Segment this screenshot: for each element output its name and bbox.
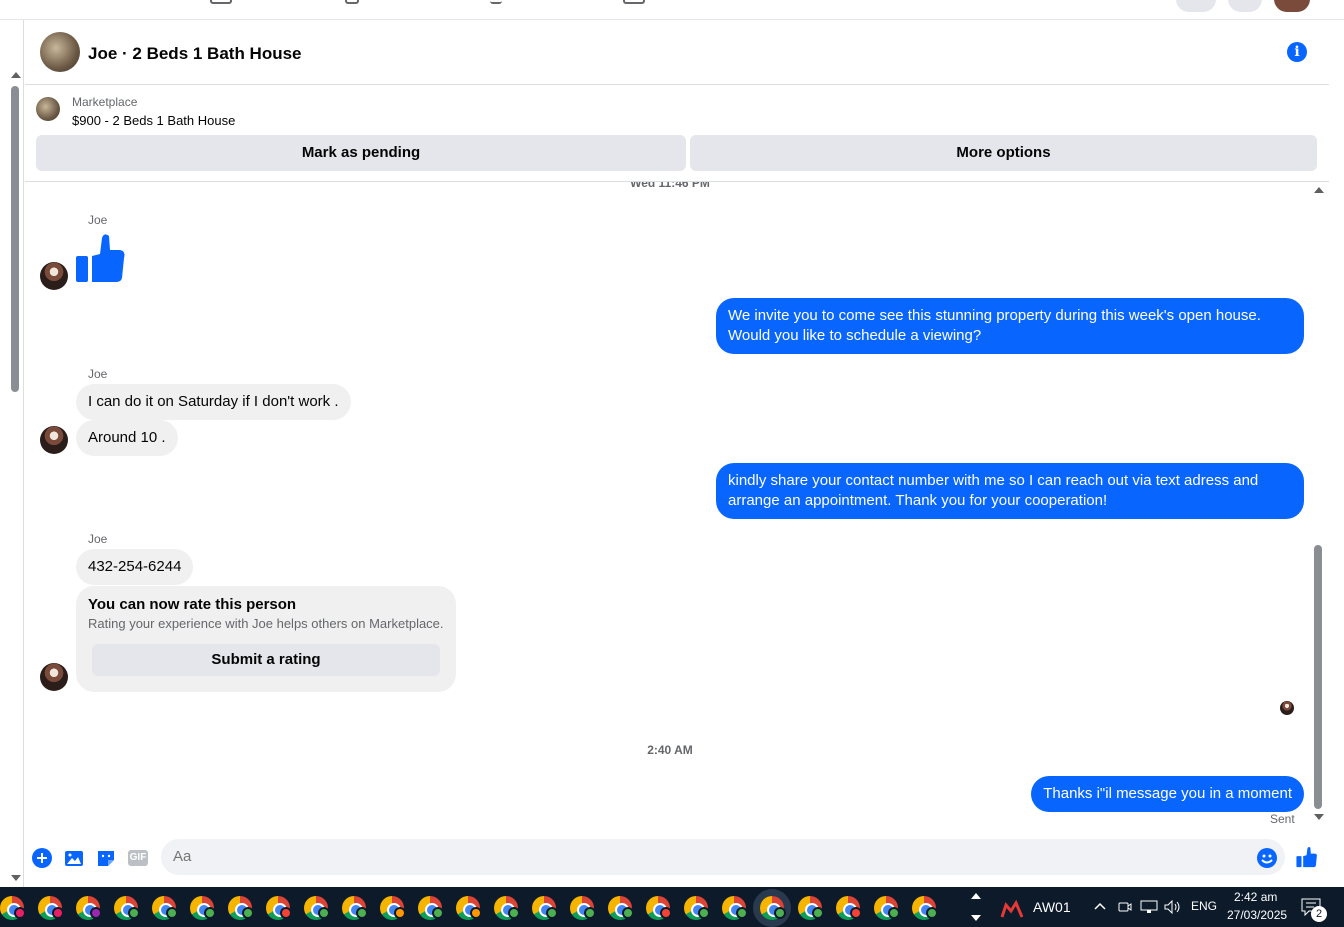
- mark-as-pending-button[interactable]: Mark as pending: [36, 135, 686, 171]
- rate-card-title: You can now rate this person: [88, 596, 297, 613]
- chrome-profile-badge: [394, 907, 406, 919]
- windows-taskbar: AW01 ENG 2:42 am 27/03/2025 2: [0, 887, 1344, 927]
- page-scrollbar-thumb[interactable]: [11, 86, 19, 392]
- app-chart-icon[interactable]: [1000, 897, 1024, 919]
- chrome-profile-badge: [204, 907, 216, 919]
- chrome-profile-badge: [14, 907, 26, 919]
- contact-avatar[interactable]: [40, 663, 68, 691]
- profile-avatar-button[interactable]: [1274, 0, 1310, 12]
- thread-scrollbar-thumb[interactable]: [1314, 545, 1322, 809]
- top-navigation-bar: [0, 0, 1344, 20]
- gif-icon[interactable]: GIF: [128, 850, 148, 866]
- chrome-profile-badge: [356, 907, 368, 919]
- chat-header: Joe · 2 Beds 1 Bath House i: [25, 20, 1329, 85]
- chrome-profile-badge: [926, 907, 938, 919]
- meet-camera-icon[interactable]: [1118, 900, 1132, 914]
- chrome-profile-badge: [584, 907, 596, 919]
- chrome-profile-badge: [698, 907, 710, 919]
- chrome-profile-badge: [546, 907, 558, 919]
- marketplace-nav-icon[interactable]: [210, 0, 232, 4]
- message-composer: GIF: [25, 836, 1329, 880]
- chat-title[interactable]: Joe · 2 Beds 1 Bath House: [88, 44, 302, 64]
- page-scrollbar[interactable]: [0, 20, 24, 887]
- sender-name: Joe: [88, 213, 108, 227]
- chrome-profile-badge: [432, 907, 444, 919]
- chrome-profile-badge: [128, 907, 140, 919]
- notification-count-badge: 2: [1311, 906, 1327, 922]
- message-bubble-outgoing[interactable]: We invite you to come see this stunning …: [716, 298, 1304, 354]
- rate-card-subtitle: Rating your experience with Joe helps ot…: [88, 616, 444, 631]
- gaming-nav-icon[interactable]: [623, 0, 645, 4]
- network-icon[interactable]: [1140, 900, 1158, 914]
- send-like-icon[interactable]: [1296, 846, 1318, 868]
- groups-nav-icon[interactable]: [490, 0, 502, 4]
- more-options-button[interactable]: More options: [690, 135, 1317, 171]
- photo-icon[interactable]: [64, 848, 84, 868]
- timestamp: 2:40 AM: [647, 743, 693, 757]
- message-bubble-outgoing[interactable]: kindly share your contact number with me…: [716, 463, 1304, 519]
- thumbs-up-sticker: [76, 234, 125, 282]
- thread-scrollbar[interactable]: [1312, 183, 1326, 823]
- contact-avatar[interactable]: [40, 426, 68, 454]
- message-bubble-incoming[interactable]: 432-254-6244: [76, 549, 194, 585]
- taskbar-scroll-up-arrow[interactable]: [971, 893, 981, 899]
- scroll-up-arrow[interactable]: [11, 72, 21, 78]
- chevron-up-icon[interactable]: [1094, 901, 1106, 911]
- chrome-profile-badge: [812, 907, 824, 919]
- rate-seller-card: You can now rate this person Rating your…: [76, 586, 456, 692]
- chrome-profile-badge: [52, 907, 64, 919]
- clock-time[interactable]: 2:42 am: [1234, 890, 1277, 904]
- message-thread: Wed 11:46 PM Joe We invite you to come s…: [25, 182, 1315, 834]
- language-indicator[interactable]: ENG: [1191, 899, 1217, 913]
- listing-name[interactable]: $900 - 2 Beds 1 Bath House: [72, 113, 235, 128]
- timestamp: Wed 11:46 PM: [630, 182, 710, 190]
- chrome-profile-badge: [736, 907, 748, 919]
- chrome-profile-badge: [318, 907, 330, 919]
- sender-name: Joe: [88, 367, 108, 381]
- chrome-profile-badge: [508, 907, 520, 919]
- scroll-down-arrow[interactable]: [1314, 814, 1324, 820]
- chrome-profile-badge: [470, 907, 482, 919]
- messenger-button[interactable]: [1228, 0, 1262, 12]
- clock-date[interactable]: 27/03/2025: [1227, 908, 1287, 922]
- submit-rating-button[interactable]: Submit a rating: [92, 644, 440, 676]
- chrome-profile-badge: [888, 907, 900, 919]
- chrome-profile-badge: [660, 907, 672, 919]
- chrome-profile-badge: [774, 907, 786, 919]
- contact-avatar[interactable]: [40, 262, 68, 290]
- listing-thumbnail[interactable]: [36, 97, 60, 121]
- chrome-profile-badge: [280, 907, 292, 919]
- sender-name: Joe: [88, 532, 108, 546]
- taskbar-app-label[interactable]: AW01: [1033, 899, 1071, 915]
- chrome-profile-badge: [622, 907, 634, 919]
- volume-icon[interactable]: [1164, 900, 1182, 914]
- taskbar-scroll-down-arrow[interactable]: [971, 915, 981, 921]
- listing-banner: Marketplace $900 - 2 Beds 1 Bath House M…: [25, 86, 1329, 182]
- emoji-icon[interactable]: [1257, 848, 1277, 868]
- chrome-profile-badge: [850, 907, 862, 919]
- message-status: Sent: [1270, 812, 1295, 826]
- chrome-profile-badge: [166, 907, 178, 919]
- chrome-profile-badge: [242, 907, 254, 919]
- sticker-icon[interactable]: [96, 848, 116, 868]
- message-input[interactable]: [161, 839, 1285, 875]
- message-bubble-incoming[interactable]: I can do it on Saturday if I don't work …: [76, 384, 351, 420]
- plus-icon[interactable]: [32, 848, 52, 868]
- scroll-up-arrow[interactable]: [1314, 187, 1324, 193]
- video-nav-icon[interactable]: [345, 0, 359, 4]
- message-bubble-incoming[interactable]: Around 10 .: [76, 420, 178, 456]
- menu-button[interactable]: [1176, 0, 1216, 12]
- listing-category: Marketplace: [72, 95, 138, 109]
- message-bubble-outgoing[interactable]: Thanks i"il message you in a moment: [1031, 776, 1304, 812]
- chrome-profile-badge: [90, 907, 102, 919]
- listing-avatar[interactable]: [40, 32, 80, 72]
- scroll-down-arrow[interactable]: [11, 875, 21, 881]
- info-icon[interactable]: i: [1287, 42, 1307, 62]
- seen-indicator-avatar: [1280, 701, 1294, 715]
